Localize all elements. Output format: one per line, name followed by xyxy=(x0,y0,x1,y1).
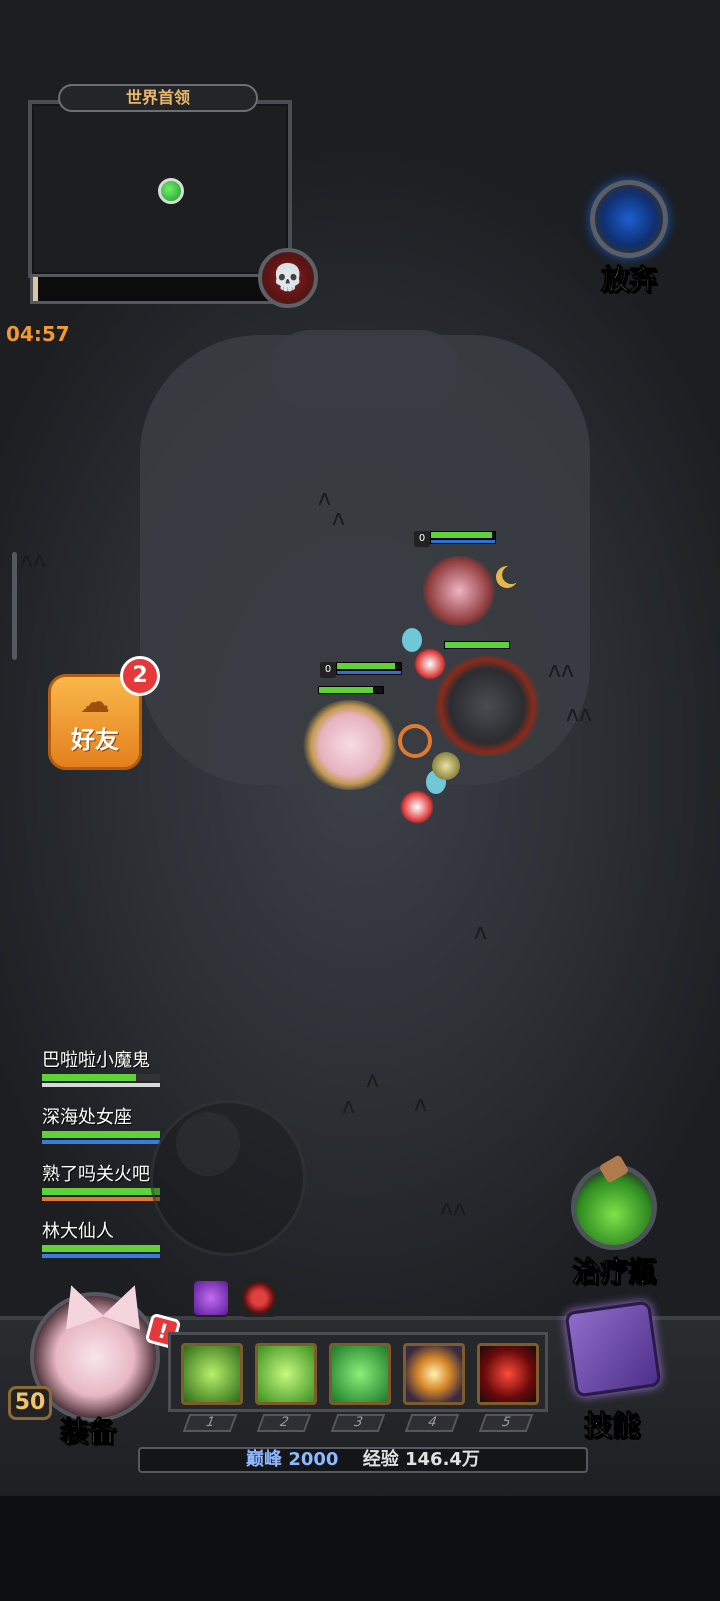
minimap-frame xyxy=(28,100,292,278)
team-member-hp-fill xyxy=(42,1188,160,1195)
grass-tuft: ʌʌ xyxy=(20,548,47,573)
heal-potion-button[interactable]: 治疗瓶 xyxy=(562,1154,666,1290)
give-up-button[interactable]: 放弃 xyxy=(584,180,674,298)
team-member[interactable]: 巴啦啦小魔鬼 xyxy=(42,1046,182,1087)
player-hero-sprite[interactable] xyxy=(300,700,400,790)
balloon-icon xyxy=(402,628,422,652)
skill-slot-number: 3 xyxy=(330,1414,386,1432)
skill-bar xyxy=(168,1332,548,1412)
skill-slot-number: 1 xyxy=(182,1414,238,1432)
bottom-border xyxy=(0,1496,720,1601)
grass-tuft: ʌ xyxy=(474,920,488,945)
skills-button[interactable]: 技能 xyxy=(583,1404,640,1444)
clown-minion-sprite[interactable] xyxy=(414,648,446,680)
skill-slot-1[interactable] xyxy=(181,1343,243,1405)
team-member-sub-bar xyxy=(42,1254,160,1258)
team-member-hp-fill xyxy=(42,1131,160,1138)
boss-health-bar xyxy=(30,274,278,304)
skill-slot-3[interactable] xyxy=(329,1343,391,1405)
grass-tuft: ʌʌ xyxy=(566,702,593,727)
ally-mp-bar xyxy=(430,539,496,544)
team-member-name: 深海处女座 xyxy=(42,1107,132,1128)
pet-status-bar xyxy=(318,686,384,694)
cow-hero-sprite[interactable] xyxy=(420,556,498,626)
ally-mp-fill xyxy=(431,540,495,543)
moon-icon xyxy=(496,566,518,588)
team-member-hp-bar xyxy=(42,1188,160,1195)
ally-status-bars: 0 xyxy=(414,531,496,547)
grass-tuft: ʌ xyxy=(342,1094,356,1119)
player-hp-fill xyxy=(337,663,395,669)
boss-health-fill xyxy=(33,277,38,301)
player-status-bars: 0 xyxy=(320,662,402,678)
team-member-name: 林大仙人 xyxy=(42,1221,114,1242)
grass-tuft: ʌ xyxy=(318,486,332,511)
world-boss-minimap[interactable]: 世界首领 💀 xyxy=(22,84,318,310)
ally-hp-bar xyxy=(430,531,496,539)
grass-tuft: ʌ xyxy=(332,506,346,531)
player-hp-bar xyxy=(336,662,402,670)
skill-slot-number: 4 xyxy=(404,1414,460,1432)
joystick-knob[interactable] xyxy=(176,1112,240,1176)
grass-tuft: ʌ xyxy=(414,1092,428,1117)
exp-label: 经验 xyxy=(362,1449,399,1470)
boss-skull-icon: 💀 xyxy=(258,248,318,308)
team-member-hp-bar xyxy=(42,1245,160,1252)
team-member-hp-fill xyxy=(42,1245,160,1252)
fire-ring-effect xyxy=(398,724,432,758)
team-member[interactable]: 林大仙人 xyxy=(42,1217,182,1258)
skill-slot-number: 5 xyxy=(478,1414,534,1432)
buff-heart-icon[interactable] xyxy=(192,1279,230,1317)
team-member-hp-bar xyxy=(42,1131,160,1138)
give-up-label: 放弃 xyxy=(600,263,657,297)
player-level-chip: 0 xyxy=(320,662,336,678)
grass-tuft: ʌʌ xyxy=(440,1196,467,1221)
heal-potion-label: 治疗瓶 xyxy=(571,1255,656,1289)
boss-hp-bar xyxy=(444,641,510,649)
friends-label: 好友 xyxy=(71,726,119,754)
ally-level-chip: 0 xyxy=(414,531,430,547)
team-member-hp-fill xyxy=(42,1074,137,1081)
team-member-name: 巴啦啦小魔鬼 xyxy=(42,1050,150,1071)
equipment-button[interactable]: 装备 xyxy=(59,1410,116,1450)
team-member-sub-bar xyxy=(42,1197,160,1201)
demon-boss-sprite[interactable] xyxy=(432,656,542,756)
team-member-hp-bar xyxy=(42,1074,160,1081)
minimap-title: 世界首领 xyxy=(58,84,258,112)
portal-icon xyxy=(590,180,668,258)
exp-value: 146.4万 xyxy=(405,1449,480,1470)
fog-area xyxy=(270,330,460,410)
side-scroll-indicator[interactable] xyxy=(12,552,17,660)
player-location-dot xyxy=(158,178,184,204)
player-level-badge: 50 xyxy=(8,1386,52,1420)
skill-slot-4[interactable] xyxy=(403,1343,465,1405)
team-member-sub-bar xyxy=(42,1083,160,1087)
spellbook-icon xyxy=(564,1300,662,1398)
team-member-sub-bar xyxy=(42,1140,160,1144)
player-mp-bar xyxy=(336,670,402,675)
skill-slot-2[interactable] xyxy=(255,1343,317,1405)
grass-tuft: ʌ xyxy=(366,1068,380,1093)
boss-status-bars xyxy=(444,641,510,649)
boss-hp-fill xyxy=(445,642,509,648)
player-mp-fill xyxy=(337,671,401,674)
skill-slot-5[interactable] xyxy=(477,1343,539,1405)
potion-bottle-icon xyxy=(571,1154,657,1250)
peak-value: 2000 xyxy=(288,1449,339,1470)
countdown-timer: 04:57 xyxy=(6,322,70,346)
friends-notification-badge: 2 xyxy=(120,656,160,696)
clown-minion-sprite[interactable] xyxy=(400,790,434,824)
skull-minion-sprite[interactable] xyxy=(432,752,460,780)
experience-bar: 巅峰 2000 经验 146.4万 xyxy=(138,1447,588,1473)
grass-tuft: ʌʌ xyxy=(548,658,575,683)
pet-hp-fill xyxy=(319,687,374,693)
buff-ring-icon[interactable] xyxy=(240,1279,278,1317)
pet-hp-bar xyxy=(318,686,384,694)
skill-slot-number: 2 xyxy=(256,1414,312,1432)
ally-hp-fill xyxy=(431,532,492,538)
peak-label: 巅峰 xyxy=(246,1449,283,1470)
